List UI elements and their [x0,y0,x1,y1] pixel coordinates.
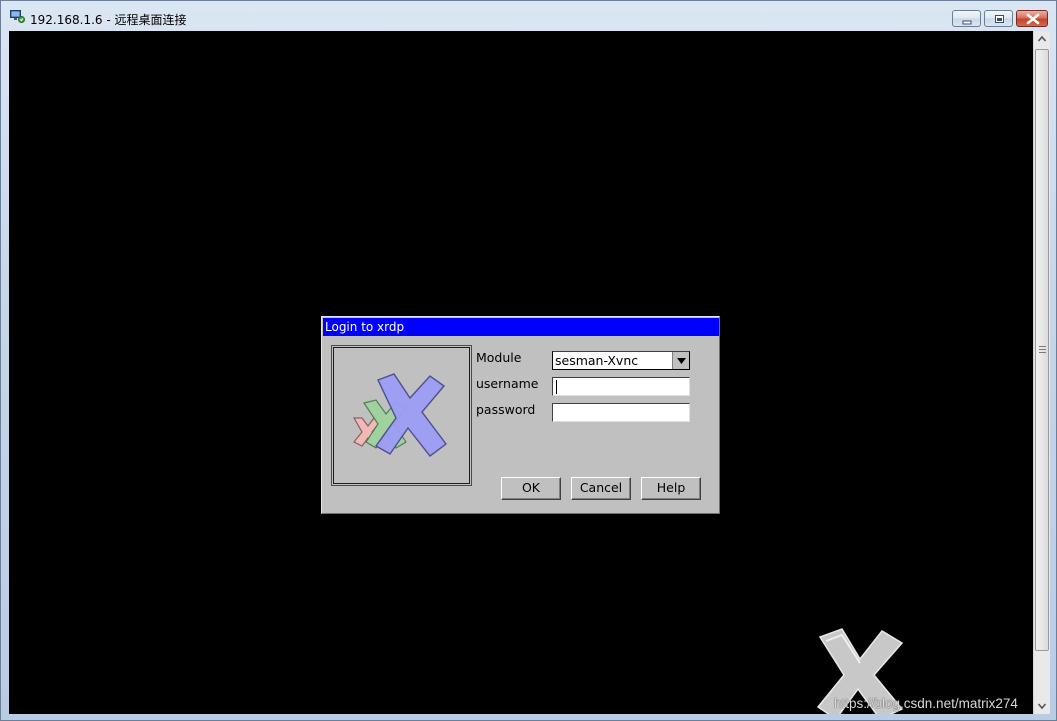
dialog-title[interactable]: Login to xrdp [323,318,719,336]
vertical-scrollbar[interactable] [1033,31,1050,714]
scroll-up-arrow-icon[interactable] [1034,31,1050,48]
remote-desktop-window: 192.168.1.6 - 远程桌面连接 Login to xrdp Modul… [0,0,1057,721]
restore-button[interactable] [984,10,1013,27]
restore-icon [995,15,1004,23]
password-label: password [476,402,536,417]
watermark-text: https://blog.csdn.net/matrix274 [834,696,1018,711]
close-icon [1026,13,1040,25]
remote-desktop-icon [10,10,25,23]
text-cursor [556,380,557,394]
dropdown-arrow-icon[interactable] [672,352,689,369]
cancel-button[interactable]: Cancel [571,477,631,500]
xrdp-login-dialog: Login to xrdp Module sesman-Xvnc usernam… [321,316,720,514]
module-select[interactable]: sesman-Xvnc [552,351,690,370]
grip-icon [1039,346,1046,354]
module-label: Module [476,350,522,365]
window-titlebar[interactable]: 192.168.1.6 - 远程桌面连接 [1,1,1056,31]
window-title: 192.168.1.6 - 远程桌面连接 [30,13,187,27]
module-selected-value: sesman-Xvnc [555,353,639,368]
username-input[interactable] [552,377,690,396]
ok-button[interactable]: OK [501,477,561,500]
xrdp-logo-frame [331,345,472,486]
help-button[interactable]: Help [641,477,701,500]
password-input[interactable] [552,403,690,422]
close-button[interactable] [1016,10,1048,27]
minimize-icon [962,20,972,25]
scroll-down-arrow-icon[interactable] [1034,697,1050,714]
scroll-thumb[interactable] [1035,49,1049,651]
minimize-button[interactable] [952,10,981,27]
remote-desktop-area[interactable]: Login to xrdp Module sesman-Xvnc usernam… [9,31,1033,714]
username-label: username [476,376,539,391]
xrdp-logo [352,373,447,457]
